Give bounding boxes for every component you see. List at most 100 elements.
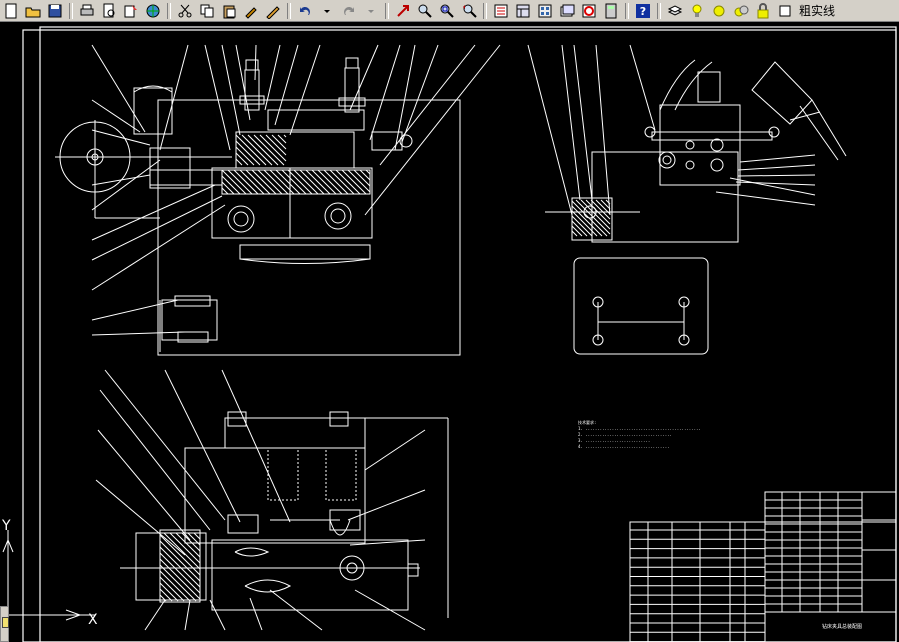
section-hatch — [245, 169, 271, 195]
side-view-upper — [659, 104, 741, 186]
section-hatch — [159, 558, 201, 600]
design-center-icon[interactable] — [513, 1, 533, 20]
new-icon[interactable] — [1, 1, 21, 20]
leader-line — [221, 44, 241, 136]
section-hatch — [293, 169, 319, 195]
section-hatch — [227, 169, 253, 195]
match-properties-icon[interactable] — [241, 1, 261, 20]
clamp-jaw — [329, 519, 351, 536]
section-hatch — [175, 532, 201, 558]
cylinder-top — [133, 85, 173, 93]
bolt-hole-inner — [330, 208, 346, 224]
section-hatch — [335, 169, 361, 195]
side-view-hole-inner — [662, 155, 672, 165]
section-hatch — [251, 169, 277, 195]
section-hatch — [221, 187, 229, 195]
undo-dropdown-icon[interactable] — [317, 1, 337, 20]
sun-icon[interactable] — [709, 1, 729, 20]
pan-icon[interactable] — [393, 1, 413, 20]
clamp-bar — [235, 131, 355, 169]
leader-line — [91, 99, 141, 133]
color-swatch-icon[interactable] — [775, 1, 795, 20]
copy-icon[interactable] — [197, 1, 217, 20]
current-layer-label[interactable]: 粗实线 — [799, 2, 835, 19]
save-icon[interactable] — [45, 1, 65, 20]
calculator-icon[interactable] — [601, 1, 621, 20]
section-hatch — [265, 134, 287, 156]
block-editor-icon[interactable] — [263, 1, 283, 20]
toolbar-separator — [69, 2, 73, 19]
print-icon[interactable] — [77, 1, 97, 20]
dotted-slot — [325, 447, 357, 501]
section-hatch — [241, 134, 273, 166]
bolt-head — [245, 59, 259, 71]
leader-line — [209, 599, 226, 631]
sheet-set-icon[interactable] — [557, 1, 577, 20]
bottom-view-screw — [407, 563, 419, 577]
leader-line — [159, 44, 189, 151]
undo-icon[interactable] — [295, 1, 315, 20]
ucs-y-label: Y — [2, 518, 11, 534]
side-view-hole — [685, 140, 695, 150]
section-hatch — [305, 169, 331, 195]
link-block — [149, 147, 191, 189]
toolbar-separator — [385, 2, 389, 19]
section-hatch — [159, 546, 201, 588]
tool-palettes-icon[interactable] — [535, 1, 555, 20]
leader-line — [401, 44, 439, 143]
side-view-rail — [651, 131, 773, 141]
bottom-view-slot — [244, 579, 292, 593]
toolbar-separator — [167, 2, 171, 19]
print-preview-icon[interactable] — [99, 1, 119, 20]
leader-line — [274, 44, 299, 126]
section-hatch — [159, 534, 201, 576]
cut-icon[interactable] — [175, 1, 195, 20]
section-hatch — [275, 169, 301, 195]
side-view-body — [591, 151, 739, 243]
bolt-hole-inner — [233, 211, 249, 227]
side-view-lower-block — [573, 257, 709, 355]
open-icon[interactable] — [23, 1, 43, 20]
section-hatch — [235, 152, 249, 166]
side-view-hole — [710, 158, 724, 172]
lock-icon[interactable] — [753, 1, 773, 20]
web-icon[interactable] — [143, 1, 163, 20]
section-hatch — [159, 540, 201, 582]
redo-dropdown-icon[interactable] — [361, 1, 381, 20]
leader-line — [595, 44, 611, 216]
leader-line — [364, 44, 501, 216]
leader-line — [729, 177, 816, 196]
section-hatch — [271, 134, 287, 150]
properties-icon[interactable] — [491, 1, 511, 20]
side-palette-tab[interactable] — [0, 606, 9, 642]
zoom-window-icon[interactable] — [437, 1, 457, 20]
layers-icon[interactable] — [665, 1, 685, 20]
bulb-icon[interactable] — [687, 1, 707, 20]
markup-icon[interactable] — [579, 1, 599, 20]
zoom-realtime-icon[interactable] — [415, 1, 435, 20]
section-hatch — [263, 169, 289, 195]
foot-curve — [239, 258, 371, 264]
leader-line — [221, 369, 291, 523]
section-hatch — [159, 588, 173, 602]
arm-nut — [697, 71, 721, 103]
section-hatch — [359, 169, 371, 181]
leader-line — [629, 44, 656, 131]
section-hatch — [221, 181, 235, 195]
drawing-canvas[interactable]: Y X 技术要求: 1. ...........................… — [0, 22, 899, 642]
section-hatch — [235, 134, 267, 166]
section-hatch — [239, 169, 265, 195]
help-icon[interactable]: ? — [633, 1, 653, 20]
publish-icon[interactable] — [121, 1, 141, 20]
section-hatch — [365, 169, 371, 175]
paste-icon[interactable] — [219, 1, 239, 20]
front-view-body — [157, 99, 461, 356]
leader-line — [254, 44, 257, 81]
zoom-previous-icon[interactable] — [459, 1, 479, 20]
section-hatch — [233, 169, 259, 195]
section-hatch — [159, 570, 191, 602]
leader-line — [91, 331, 186, 336]
freeze-icon[interactable] — [731, 1, 751, 20]
section-hatch — [341, 169, 367, 195]
redo-icon[interactable] — [339, 1, 359, 20]
